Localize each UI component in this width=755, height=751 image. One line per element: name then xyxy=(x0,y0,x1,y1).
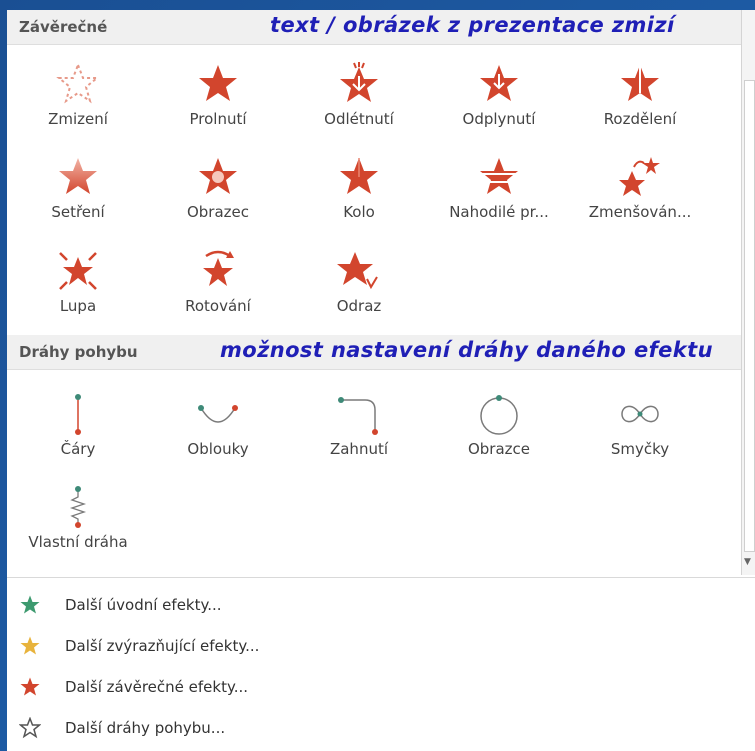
star-shape-icon xyxy=(199,158,237,194)
effect-label: Rotování xyxy=(185,297,251,315)
effect-rozdeleni[interactable]: Rozdělení xyxy=(570,50,710,140)
star-outline-icon xyxy=(56,62,100,104)
effect-label: Lupa xyxy=(59,297,97,315)
more-emphasis-label: Další zvýrazňující efekty... xyxy=(65,637,260,655)
more-motion-paths[interactable]: Další dráhy pohybu... xyxy=(7,709,747,747)
effect-setreni[interactable]: Setření xyxy=(8,143,148,233)
effect-label: Odplynutí xyxy=(462,110,536,128)
star-fly-icon xyxy=(340,62,378,102)
scroll-down-icon[interactable]: ▼ xyxy=(744,557,754,569)
effect-odplynuti[interactable]: Odplynutí xyxy=(429,50,569,140)
effect-label: Zmizení xyxy=(48,110,108,128)
path-label: Vlastní dráha xyxy=(28,533,128,551)
star-shrink-icon xyxy=(619,157,660,196)
path-vlastni-draha[interactable]: Vlastní dráha xyxy=(8,473,148,563)
exit-section-title: Závěrečné xyxy=(19,18,108,36)
menu-divider xyxy=(7,577,755,578)
star-zoom-icon xyxy=(59,252,97,290)
green-star-icon xyxy=(20,595,40,614)
star-split-icon xyxy=(621,65,659,101)
exit-section-header: Závěrečné text / obrázek z prezentace zm… xyxy=(7,10,741,45)
effect-lupa[interactable]: Lupa xyxy=(8,237,148,327)
path-obrazce[interactable]: Obrazce xyxy=(429,380,569,470)
effect-label: Zmenšován... xyxy=(588,203,692,221)
motion-section-header: Dráhy pohybu možnost nastavení dráhy dan… xyxy=(7,335,741,370)
path-cary[interactable]: Čáry xyxy=(8,380,148,470)
more-exit-label: Další závěrečné efekty... xyxy=(65,678,248,696)
loop-path-icon xyxy=(621,405,659,423)
effect-label: Rozdělení xyxy=(603,110,677,128)
effect-zmizeni[interactable]: Zmizení xyxy=(8,50,148,140)
more-entrance-effects[interactable]: Další úvodní efekty... xyxy=(7,586,747,624)
star-rotate-icon xyxy=(203,250,234,286)
path-label: Smyčky xyxy=(610,440,670,458)
effect-label: Odlétnutí xyxy=(324,110,394,128)
more-exit-effects[interactable]: Další závěrečné efekty... xyxy=(7,668,747,706)
effect-label: Odraz xyxy=(336,297,382,315)
effect-label: Prolnutí xyxy=(189,110,247,128)
outline-star-icon xyxy=(19,717,41,739)
effect-zmensovani[interactable]: Zmenšován... xyxy=(570,143,710,233)
effect-kolo[interactable]: Kolo xyxy=(289,143,429,233)
animation-gallery-panel: Závěrečné text / obrázek z prezentace zm… xyxy=(7,10,755,751)
effect-odraz[interactable]: Odraz xyxy=(289,237,429,327)
effect-label: Kolo xyxy=(343,203,375,221)
exit-annotation: text / obrázek z prezentace zmizí xyxy=(270,13,675,37)
yellow-star-icon xyxy=(20,636,40,655)
red-star-icon xyxy=(20,677,40,696)
line-path-icon xyxy=(75,394,81,435)
star-wheel-icon xyxy=(340,158,378,194)
effect-label: Obrazec xyxy=(186,203,250,221)
path-label: Oblouky xyxy=(187,440,249,458)
star-icon xyxy=(199,65,237,101)
turn-path-icon xyxy=(338,397,378,435)
star-bounce-icon xyxy=(337,252,378,290)
effect-obrazec[interactable]: Obrazec xyxy=(148,143,288,233)
motion-annotation: možnost nastavení dráhy daného efektu xyxy=(220,338,713,362)
star-float-icon xyxy=(480,65,518,101)
more-emphasis-effects[interactable]: Další zvýrazňující efekty... xyxy=(7,627,747,665)
scrollbar-thumb[interactable] xyxy=(744,80,755,552)
gallery-scrollbar[interactable]: ▼ xyxy=(741,10,755,575)
path-label: Čáry xyxy=(60,440,96,458)
motion-section-title: Dráhy pohybu xyxy=(19,343,138,361)
effect-nahodile-pruhy[interactable]: Nahodilé pr... xyxy=(429,143,569,233)
arc-path-icon xyxy=(198,405,238,423)
path-oblouky[interactable]: Oblouky xyxy=(148,380,288,470)
effect-rotovani[interactable]: Rotování xyxy=(148,237,288,327)
effect-label: Nahodilé pr... xyxy=(449,203,549,221)
star-random-bars-icon xyxy=(480,158,518,194)
star-wipe-icon xyxy=(59,158,97,194)
custom-path-icon xyxy=(69,486,87,528)
path-label: Obrazce xyxy=(467,440,531,458)
path-label: Zahnutí xyxy=(329,440,389,458)
path-zahnuti[interactable]: Zahnutí xyxy=(289,380,429,470)
more-motion-label: Další dráhy pohybu... xyxy=(65,719,226,737)
more-entrance-label: Další úvodní efekty... xyxy=(65,596,222,614)
effect-odletnuti[interactable]: Odlétnutí xyxy=(289,50,429,140)
path-smycky[interactable]: Smyčky xyxy=(570,380,710,470)
effect-label: Setření xyxy=(51,203,105,221)
effect-prolnuti[interactable]: Prolnutí xyxy=(148,50,288,140)
circle-path-icon xyxy=(480,395,518,435)
